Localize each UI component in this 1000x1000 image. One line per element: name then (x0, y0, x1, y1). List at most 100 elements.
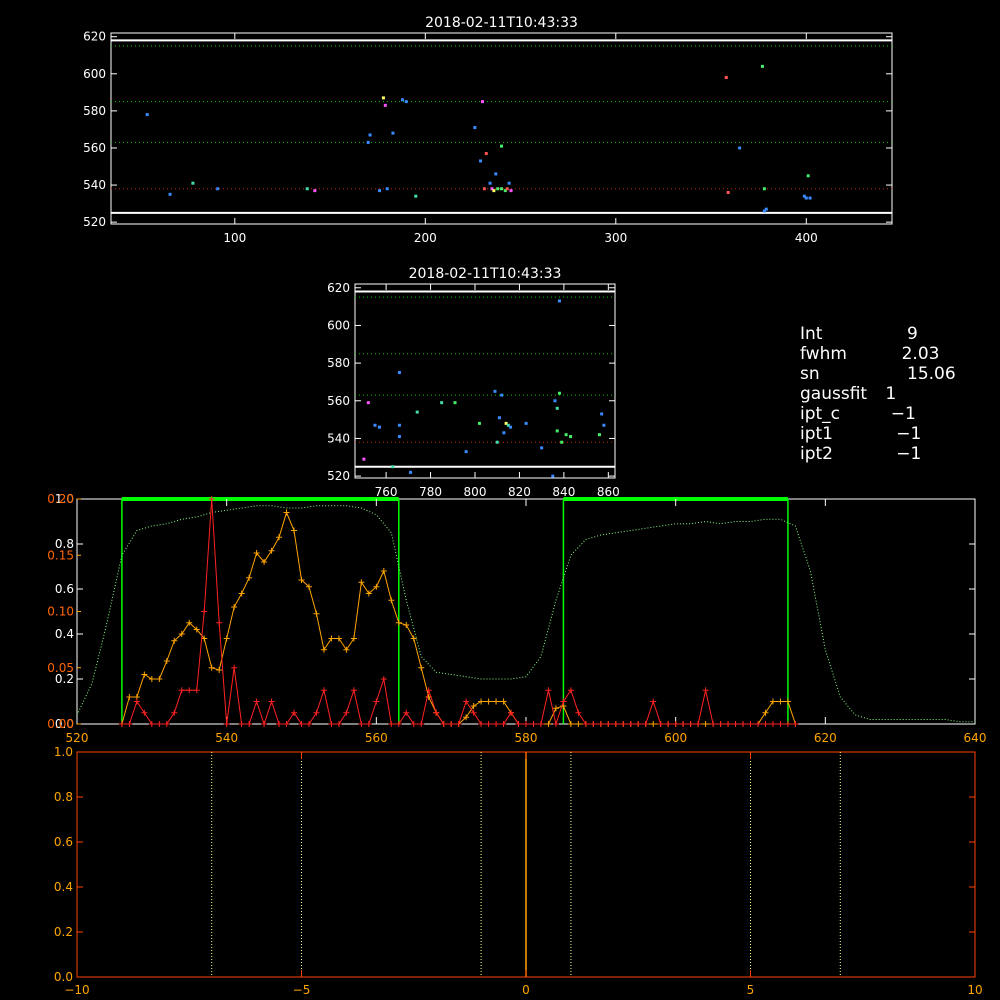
mid-scatter-point (500, 393, 504, 397)
top-scatter-point (507, 181, 511, 185)
info-row-ipt1: ipt1 −1 (800, 424, 956, 444)
spectrum-marker-2 (403, 709, 410, 716)
spectrum-marker-2 (747, 721, 754, 727)
info-value: −1 (880, 444, 922, 464)
spectrum-inner-ytick-label: 0.15 (47, 548, 74, 562)
spectrum-marker-2 (650, 698, 657, 705)
info-row-ipt2: ipt2 −1 (800, 444, 956, 464)
spectrum-marker-1 (126, 694, 133, 700)
top-scatter-point (806, 174, 810, 178)
spectrum-inner-ytick-label: 0.05 (47, 661, 74, 675)
info-row-ipt-c: ipt_c −1 (800, 404, 956, 424)
info-key: ipt2 (800, 444, 833, 464)
spectrum-marker-1 (403, 622, 410, 628)
spectrum-marker-2 (732, 721, 739, 727)
mid-scatter-point (464, 450, 468, 454)
mid-scatter-xtick-label: 800 (464, 485, 487, 499)
spectrum-marker-1 (231, 604, 238, 610)
spectrum-marker-2 (440, 721, 447, 727)
info-value: 9 (880, 324, 918, 344)
top-scatter-point (496, 187, 500, 191)
spectrum-marker-2 (133, 698, 140, 705)
spectrum-marker-1 (552, 705, 559, 712)
spectrum-marker-2 (350, 687, 357, 694)
spectrum-marker-2 (582, 721, 589, 727)
top-scatter-point (726, 190, 730, 194)
spectrum-marker-2 (552, 721, 559, 727)
spectrum-marker-2 (470, 709, 477, 716)
top-scatter-point (385, 187, 389, 191)
spectrum-xtick-label: 560 (365, 731, 388, 745)
spectrum-marker-2 (223, 721, 230, 727)
spectrum-xtick-label: 540 (215, 731, 238, 745)
top-scatter-point (391, 131, 395, 135)
spectrum-xtick-label: 600 (664, 731, 687, 745)
spectrum-marker-2 (410, 721, 417, 727)
spectrum-marker-2 (530, 721, 537, 727)
spectrum-marker-2 (231, 664, 238, 671)
top-scatter-point (484, 152, 488, 156)
mid-scatter-point (597, 433, 601, 437)
spectrum-marker-2 (627, 721, 634, 727)
top-scatter-point (313, 189, 317, 193)
mid-scatter-point (391, 465, 395, 469)
bottom-ytick-label: 0.4 (54, 880, 73, 894)
spectrum-marker-2 (163, 721, 170, 727)
spectrum-marker-1 (702, 721, 709, 727)
spectrum-marker-2 (500, 721, 507, 727)
bottom-ytick-label: 0.6 (54, 835, 73, 849)
spectrum-ytick-label: 0.4 (55, 627, 74, 641)
top-scatter-point (383, 103, 387, 107)
spectrum-marker-1 (769, 698, 776, 705)
top-scatter-point (500, 187, 503, 191)
spectrum-marker-2 (328, 721, 335, 727)
spectrum-marker-2 (238, 721, 245, 727)
bottom-xtick-label: −10 (64, 983, 89, 997)
mid-scatter-point (540, 446, 544, 450)
mid-scatter-ytick-label: 580 (327, 356, 350, 370)
spectrum-marker-2 (358, 721, 365, 727)
spectrum-marker-2 (635, 721, 642, 727)
top-scatter-xtick-label: 200 (414, 231, 437, 245)
mid-scatter-title: 2018-02-11T10:43:33 (409, 266, 562, 282)
info-key: gaussfit (800, 384, 868, 404)
top-scatter-point (500, 144, 503, 148)
mid-scatter-point (477, 421, 481, 425)
top-scatter-ytick-label: 600 (83, 67, 106, 81)
spectrum-frame (76, 498, 976, 725)
spectrum-marker-2 (298, 721, 305, 727)
mid-scatter-frame (354, 283, 616, 479)
info-value: −1 (880, 424, 922, 444)
bottom-ytick-label: 0.8 (54, 790, 73, 804)
spectrum-marker-2 (567, 687, 574, 694)
spectrum-marker-2 (478, 721, 485, 727)
spectrum-marker-1 (493, 698, 500, 705)
spectrum-marker-2 (261, 721, 268, 727)
top-scatter-point (762, 187, 766, 191)
spectrum-marker-2 (335, 721, 342, 727)
spectrum-marker-2 (283, 721, 290, 727)
mid-scatter-point (553, 399, 557, 403)
spectrum-marker-1 (380, 568, 387, 574)
spectrum-inner-ytick-label: 0.10 (47, 605, 74, 619)
spectrum-marker-2 (126, 721, 133, 727)
top-scatter-point (305, 187, 309, 191)
mid-scatter-ytick-label: 520 (327, 469, 350, 483)
top-scatter-xtick-label: 400 (795, 231, 818, 245)
mid-scatter-point (453, 401, 457, 405)
spectrum-marker-1 (650, 721, 657, 727)
top-scatter-point (505, 187, 509, 191)
info-key: sn (800, 364, 820, 384)
spectrum-marker-2 (253, 698, 260, 705)
top-scatter-point (482, 187, 486, 191)
spectrum-marker-2 (118, 721, 125, 727)
spectrum-marker-1 (343, 646, 350, 653)
mid-scatter-point (440, 401, 444, 405)
spectrum-marker-1 (418, 664, 425, 671)
top-scatter-point (494, 172, 498, 176)
spectrum-marker-2 (276, 721, 283, 727)
spectrum-marker-1 (485, 698, 492, 705)
mid-scatter-ytick-label: 540 (327, 431, 350, 445)
top-scatter-point (404, 100, 408, 104)
spectrum-marker-2 (463, 698, 470, 705)
